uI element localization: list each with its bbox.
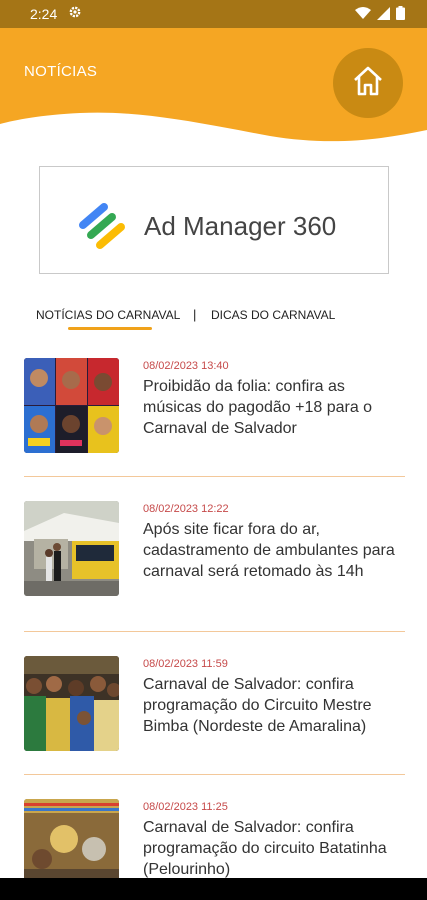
ad-banner[interactable]: Ad Manager 360 — [39, 166, 389, 274]
home-button[interactable] — [333, 48, 403, 118]
tab-noticias-carnaval[interactable]: NOTÍCIAS DO CARNAVAL — [36, 308, 180, 322]
status-time: 2:24 — [30, 6, 58, 22]
page-title: NOTÍCIAS — [24, 63, 98, 80]
status-bar: 2:24 — [0, 0, 427, 28]
divider — [24, 774, 405, 775]
news-thumbnail — [24, 656, 119, 751]
tab-dicas-carnaval[interactable]: DICAS DO CARNAVAL — [211, 308, 335, 322]
news-thumbnail — [24, 501, 119, 596]
active-tab-indicator — [68, 327, 152, 330]
home-icon — [351, 64, 385, 102]
news-date: 08/02/2023 11:59 — [143, 658, 228, 670]
news-date: 08/02/2023 12:22 — [143, 503, 229, 515]
signal-icon — [377, 6, 390, 24]
battery-icon — [396, 6, 405, 24]
news-headline: Após site ficar fora do ar, cadastrament… — [143, 521, 395, 580]
news-headline: Proibidão da folia: confira as músicas d… — [143, 378, 373, 437]
news-thumbnail — [24, 358, 119, 453]
tab-bar: NOTÍCIAS DO CARNAVAL | DICAS DO CARNAVAL — [0, 306, 427, 336]
divider — [24, 631, 405, 632]
news-headline: Carnaval de Salvador: confira programaçã… — [143, 676, 372, 735]
system-nav-bar — [0, 878, 427, 900]
settings-gear-icon — [68, 5, 82, 23]
divider — [24, 476, 405, 477]
wifi-icon — [355, 6, 371, 24]
news-headline: Carnaval de Salvador: confira programaçã… — [143, 819, 387, 878]
ad-manager-logo-icon — [78, 203, 128, 255]
tab-separator: | — [193, 307, 197, 322]
ad-label: Ad Manager 360 — [144, 211, 337, 241]
app-header: NOTÍCIAS — [0, 28, 427, 160]
news-date: 08/02/2023 11:25 — [143, 801, 228, 813]
news-date: 08/02/2023 13:40 — [143, 360, 229, 372]
